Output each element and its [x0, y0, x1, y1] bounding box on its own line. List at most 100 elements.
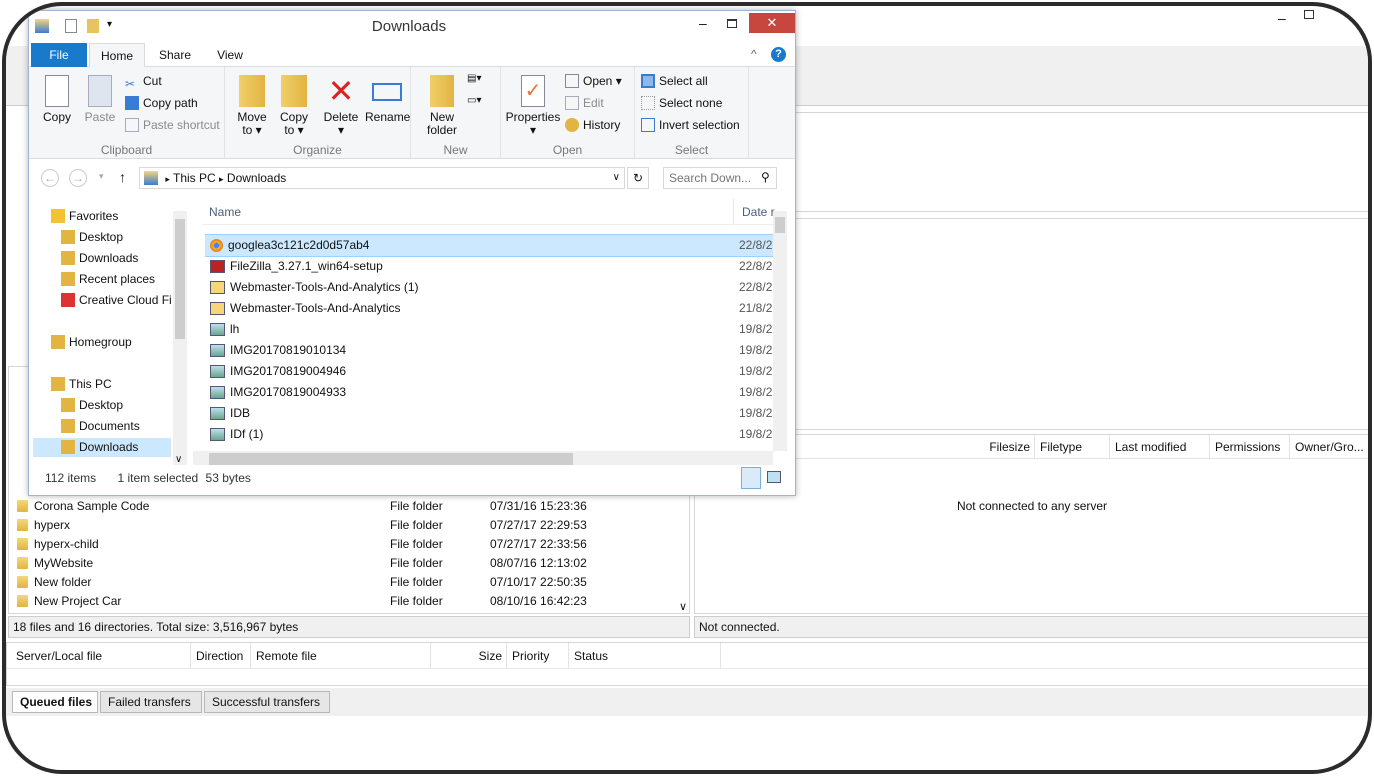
file-row[interactable]: lh 19/8/2 — [205, 319, 773, 340]
new-item-button[interactable]: ▤▾ — [467, 73, 481, 84]
tab-home[interactable]: Home — [89, 43, 145, 68]
large-icons-view-button[interactable] — [767, 471, 781, 483]
local-file-row[interactable]: hyperx-child File folder 07/27/17 22:33:56 — [17, 535, 677, 554]
minimize-button[interactable]: – — [699, 15, 707, 31]
edit-button[interactable]: Edit — [565, 93, 604, 113]
list-hscrollbar[interactable] — [193, 451, 773, 465]
nav-item[interactable]: Desktop — [61, 396, 173, 415]
forward-button[interactable]: → — [69, 169, 87, 187]
nav-scrollbar[interactable]: ∨ — [173, 211, 187, 465]
file-row[interactable]: googlea3c121c2d0d57ab4 22/8/2 — [205, 234, 773, 257]
col-permissions[interactable]: Permissions — [1210, 435, 1290, 459]
local-file-row[interactable]: New Project Car File folder 08/10/16 16:42… — [17, 592, 677, 611]
local-file-row[interactable]: MyWebsite File folder 08/07/16 12:13:02 — [17, 554, 677, 573]
list-vscrollbar[interactable] — [773, 211, 787, 451]
nav-item[interactable]: This PC — [51, 375, 173, 394]
maximize-button[interactable] — [727, 19, 737, 28]
collapse-ribbon-icon[interactable]: ^ — [751, 47, 757, 61]
queue-col[interactable]: Remote file — [251, 643, 431, 669]
edit-label: Edit — [583, 96, 604, 110]
search-input[interactable] — [663, 167, 777, 189]
col-date[interactable]: Date r — [733, 199, 775, 225]
copy-button[interactable]: Copy — [39, 75, 75, 124]
restore-icon[interactable] — [1304, 10, 1314, 19]
nav-item[interactable]: Documents — [61, 417, 173, 436]
properties-quick-icon[interactable] — [65, 19, 77, 33]
move-to-button[interactable]: Move to ▾ — [233, 75, 271, 137]
nav-item[interactable]: Downloads — [33, 438, 171, 457]
new-folder-button[interactable]: New folder — [421, 75, 463, 137]
local-file-row[interactable]: hyperx File folder 07/27/17 22:29:53 — [17, 516, 677, 535]
up-button[interactable]: ↑ — [119, 169, 126, 185]
col-last-modified[interactable]: Last modified — [1110, 435, 1210, 459]
file-row[interactable]: FileZilla_3.27.1_win64-setup 22/8/2 — [205, 256, 773, 277]
easy-access-button[interactable]: ▭▾ — [467, 95, 481, 106]
nav-item[interactable]: Desktop — [61, 228, 173, 247]
nav-item-label: Favorites — [69, 209, 119, 223]
breadcrumb-downloads[interactable]: Downloads — [227, 171, 286, 185]
select-all-button[interactable]: Select all — [641, 71, 708, 91]
folder-icon — [17, 576, 28, 588]
address-bar[interactable]: ▸ This PC ▸ Downloads ∨ — [139, 167, 625, 189]
file-type: File folder — [390, 499, 443, 513]
nav-item[interactable]: Favorites — [51, 207, 173, 226]
address-dropdown-icon[interactable]: ∨ — [613, 168, 620, 188]
new-folder-quick-icon[interactable] — [87, 19, 99, 33]
file-type: File folder — [390, 518, 443, 532]
paste-shortcut-button[interactable]: Paste shortcut — [125, 115, 220, 135]
file-row[interactable]: Webmaster-Tools-And-Analytics 21/8/2 — [205, 298, 773, 319]
delete-button[interactable]: ✕ Delete ▾ — [321, 75, 361, 137]
local-file-row[interactable]: New folder File folder 07/10/17 22:50:35 — [17, 573, 677, 592]
copy-to-button[interactable]: Copy to ▾ — [275, 75, 313, 137]
queue-tab[interactable]: Queued files — [12, 691, 98, 713]
rename-button[interactable]: Rename — [365, 75, 410, 124]
queue-col[interactable]: Status — [569, 643, 721, 669]
invert-selection-button[interactable]: Invert selection — [641, 115, 740, 135]
history-button[interactable]: History — [565, 115, 620, 135]
details-view-button[interactable] — [741, 467, 761, 489]
file-row[interactable]: IDf (1) 19/8/2 — [205, 424, 773, 445]
queue-col[interactable]: Size — [431, 643, 507, 669]
navigation-pane: Favorites Desktop Downloads Recent places Cr… — [31, 199, 187, 465]
tab-file[interactable]: File — [31, 43, 87, 67]
nav-item[interactable]: Downloads — [61, 249, 173, 268]
file-row[interactable]: Webmaster-Tools-And-Analytics (1) 22/8/2 — [205, 277, 773, 298]
col-filetype[interactable]: Filetype — [1035, 435, 1110, 459]
file-row[interactable]: IMG20170819004946 19/8/2 — [205, 361, 773, 382]
queue-col[interactable]: Priority — [507, 643, 569, 669]
col-owner[interactable]: Owner/Gro... — [1290, 435, 1368, 459]
queue-col[interactable]: Server/Local file — [11, 643, 191, 669]
help-icon[interactable]: ? — [771, 47, 786, 62]
close-button[interactable]: ✕ — [749, 13, 795, 33]
nav-item[interactable]: Homegroup — [51, 333, 173, 352]
file-row[interactable]: IMG20170819010134 19/8/2 — [205, 340, 773, 361]
file-row[interactable]: IDB 19/8/2 — [205, 403, 773, 424]
paste-button[interactable]: Paste — [81, 75, 119, 124]
select-none-button[interactable]: Select none — [641, 93, 722, 113]
tab-view[interactable]: View — [205, 43, 255, 67]
nav-item[interactable]: Creative Cloud Fi — [61, 291, 173, 310]
folder-icon — [17, 538, 28, 550]
properties-button[interactable]: ✓ Properties ▾ — [505, 75, 561, 137]
cut-button[interactable]: ✂ Cut — [125, 71, 162, 91]
customize-quick-access-icon[interactable]: ▾ — [107, 19, 112, 30]
refresh-button[interactable]: ↻ — [627, 167, 649, 189]
col-name[interactable]: Name — [209, 205, 241, 219]
back-button[interactable]: ← — [41, 169, 59, 187]
open-button[interactable]: Open ▾ — [565, 71, 622, 91]
file-row[interactable]: IMG20170819004933 19/8/2 — [205, 382, 773, 403]
queue-tab[interactable]: Successful transfers — [204, 691, 330, 713]
recent-locations-icon[interactable]: ▾ — [99, 171, 104, 182]
computer-icon — [51, 377, 65, 391]
local-file-row[interactable]: Corona Sample Code File folder 07/31/16 15… — [17, 497, 677, 516]
tab-share[interactable]: Share — [147, 43, 203, 67]
copy-path-button[interactable]: Copy path — [125, 93, 198, 113]
breadcrumb-this-pc[interactable]: This PC — [173, 171, 216, 185]
col-filesize[interactable]: Filesize — [955, 435, 1035, 459]
queue-tab[interactable]: Failed transfers — [100, 691, 202, 713]
queue-col[interactable]: Direction — [191, 643, 251, 669]
queue-tabs: Queued files Failed transfers Successful t… — [6, 688, 1368, 716]
minimize-icon[interactable]: – — [1278, 10, 1286, 26]
nav-item[interactable]: Recent places — [61, 270, 173, 289]
scroll-down-icon[interactable]: ∨ — [679, 600, 687, 613]
